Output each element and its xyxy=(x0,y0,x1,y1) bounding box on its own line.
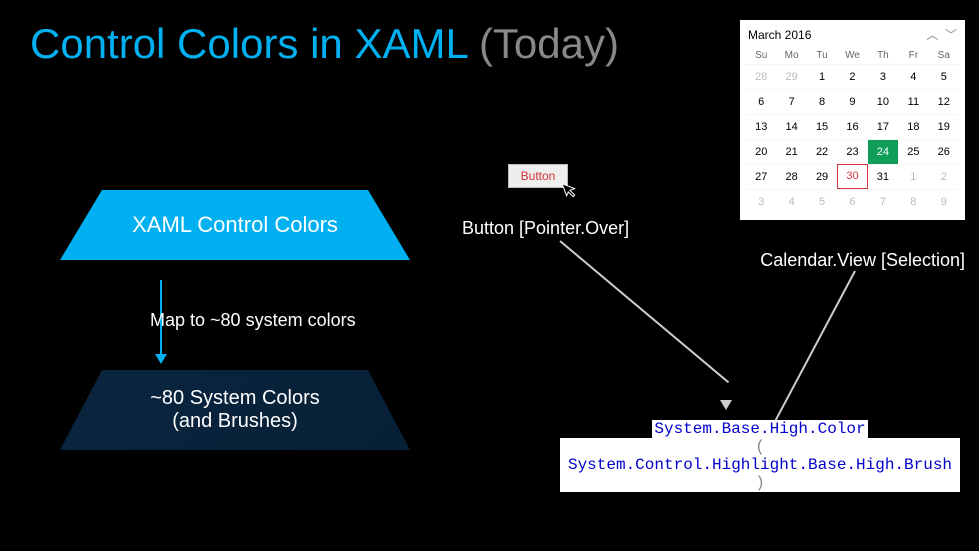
calendar-day-header: Mo xyxy=(776,47,806,64)
calendar-cell: 9 xyxy=(837,89,867,114)
calendar-cell: 5 xyxy=(807,189,837,214)
button-sample: Button xyxy=(508,164,568,188)
calendar-cell: 15 xyxy=(807,114,837,139)
title-muted: (Today) xyxy=(479,20,619,67)
convergence-line-a xyxy=(559,240,729,383)
calendar-cell: 4 xyxy=(898,64,928,89)
sys-color-line1: System.Base.High.Color xyxy=(652,420,867,438)
calendar-cell: 6 xyxy=(746,89,776,114)
calendar-cell: 3 xyxy=(868,64,898,89)
system-colors-box: ~80 System Colors (and Brushes) xyxy=(60,370,410,450)
calendar-cell: 6 xyxy=(837,189,867,214)
calendar-row: 20212223242526 xyxy=(746,139,959,164)
calendar-day-header: We xyxy=(837,47,867,64)
calendar-cell: 1 xyxy=(898,164,928,189)
calendar-cell: 7 xyxy=(776,89,806,114)
calendar-nav-icons: ︿ ﹀ xyxy=(926,26,957,43)
calendar-cell: 5 xyxy=(929,64,959,89)
calendar-body: 2829123456789101112131415161718192021222… xyxy=(746,64,959,214)
calendar-row: 13141516171819 xyxy=(746,114,959,139)
calendar-cell: 26 xyxy=(929,139,959,164)
calendar-cell: 29 xyxy=(807,164,837,189)
calendar-cell: 30 xyxy=(837,164,867,189)
calendar-month-label: March 2016 xyxy=(748,28,811,42)
convergence-arrowhead-icon xyxy=(720,400,732,410)
calendar-cell: 11 xyxy=(898,89,928,114)
calendar-cell: 21 xyxy=(776,139,806,164)
calendar-cell: 12 xyxy=(929,89,959,114)
slide-title: Control Colors in XAML (Today) xyxy=(30,20,619,68)
button-hover-label: Button [Pointer.Over] xyxy=(462,218,629,239)
calendar-cell: 28 xyxy=(746,64,776,89)
system-colors-line1: ~80 System Colors xyxy=(150,387,320,410)
calendar-day-header: Fr xyxy=(898,47,928,64)
calendar-cell: 28 xyxy=(776,164,806,189)
calendar-cell: 4 xyxy=(776,189,806,214)
calendar-day-header: Su xyxy=(746,47,776,64)
calendar-cell: 10 xyxy=(868,89,898,114)
calendar-day-header: Sa xyxy=(929,47,959,64)
xaml-control-colors-box: XAML Control Colors xyxy=(60,190,410,260)
calendar-cell: 1 xyxy=(807,64,837,89)
calendar-cell: 22 xyxy=(807,139,837,164)
calendar-cell: 25 xyxy=(898,139,928,164)
calendar-row: 3456789 xyxy=(746,189,959,214)
calendar-cell: 7 xyxy=(868,189,898,214)
calendar-cell: 2 xyxy=(837,64,867,89)
calendar-row: 282912345 xyxy=(746,64,959,89)
title-main: Control Colors in XAML xyxy=(30,20,479,67)
calendar-cell: 31 xyxy=(868,164,898,189)
calendar-cell: 13 xyxy=(746,114,776,139)
calendar-cell: 3 xyxy=(746,189,776,214)
calendar-cell: 2 xyxy=(929,164,959,189)
sys-color-line2: System.Control.Highlight.Base.High.Brush xyxy=(566,456,954,474)
calendar-cell: 9 xyxy=(929,189,959,214)
cursor-icon xyxy=(561,178,581,203)
calendar-cell: 14 xyxy=(776,114,806,139)
xaml-control-colors-label: XAML Control Colors xyxy=(132,212,338,238)
close-paren: ) xyxy=(755,474,765,492)
button-sample-text: Button xyxy=(521,169,556,183)
calendar-cell: 17 xyxy=(868,114,898,139)
calendar-day-header: Th xyxy=(868,47,898,64)
calendar-cell: 27 xyxy=(746,164,776,189)
calendar-view: March 2016 ︿ ﹀ SuMoTuWeThFrSa 2829123456… xyxy=(740,20,965,220)
system-colors-line2: (and Brushes) xyxy=(172,410,298,433)
calendar-cell: 18 xyxy=(898,114,928,139)
calendar-row: 6789101112 xyxy=(746,89,959,114)
calendar-selection-label: Calendar.View [Selection] xyxy=(760,250,965,271)
open-paren: ( xyxy=(755,438,765,456)
calendar-row: 272829303112 xyxy=(746,164,959,189)
calendar-cell: 8 xyxy=(898,189,928,214)
calendar-cell: 8 xyxy=(807,89,837,114)
calendar-cell: 19 xyxy=(929,114,959,139)
calendar-day-headers: SuMoTuWeThFrSa xyxy=(746,47,959,64)
calendar-cell: 20 xyxy=(746,139,776,164)
map-label: Map to ~80 system colors xyxy=(150,310,356,331)
calendar-cell: 16 xyxy=(837,114,867,139)
calendar-cell: 23 xyxy=(837,139,867,164)
calendar-day-header: Tu xyxy=(807,47,837,64)
system-color-code: System.Base.High.Color (System.Control.H… xyxy=(560,420,960,492)
calendar-cell: 24 xyxy=(868,139,898,164)
calendar-cell: 29 xyxy=(776,64,806,89)
